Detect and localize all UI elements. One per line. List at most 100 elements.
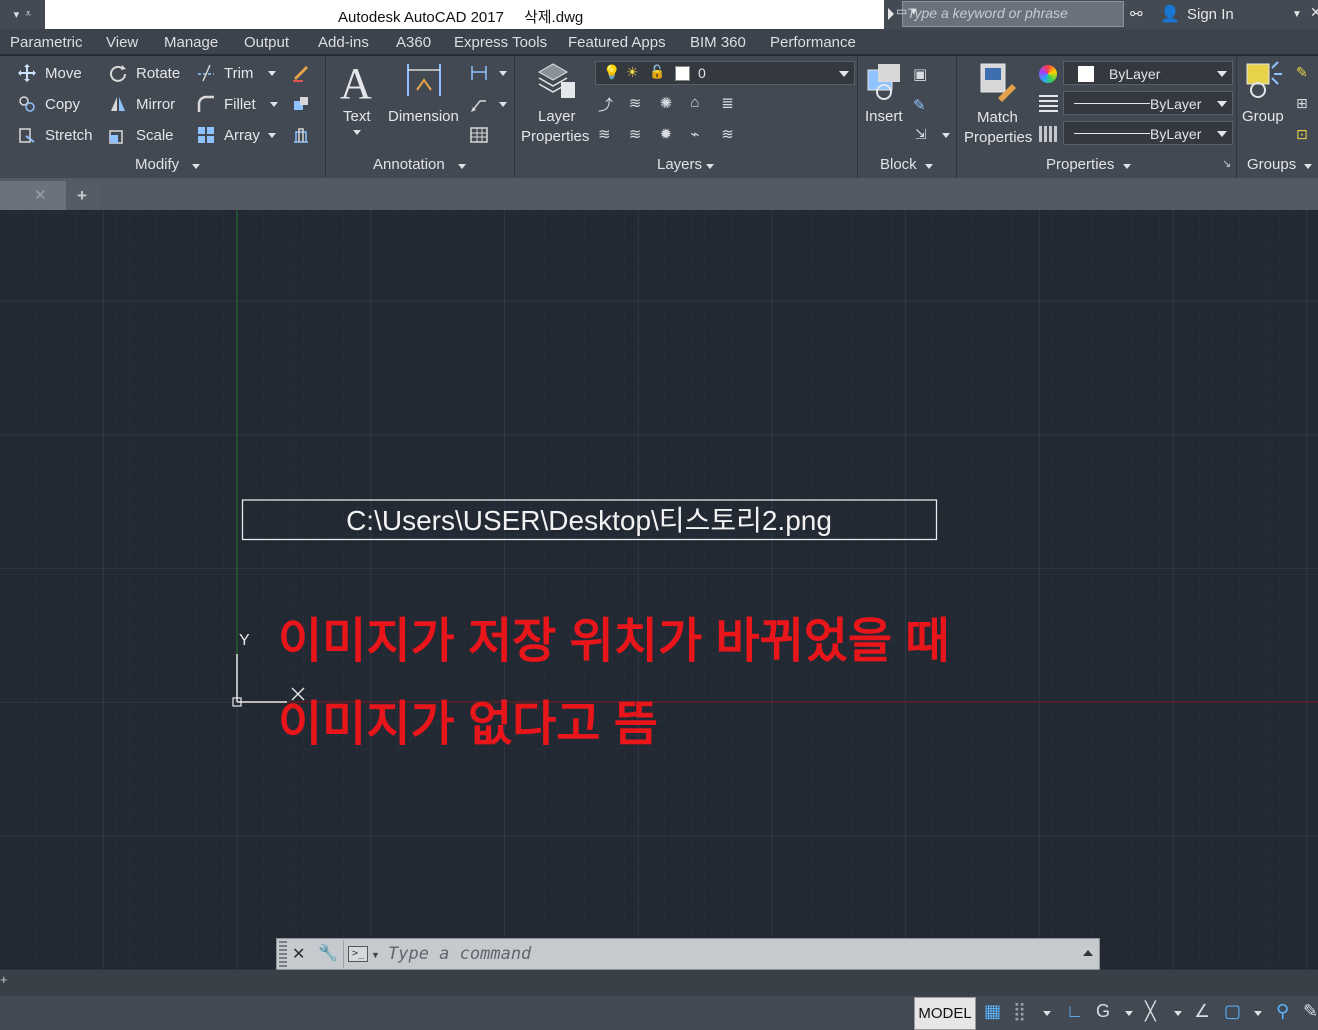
ribbon-minimize-icon[interactable]: ▭ ▾ xyxy=(896,4,917,18)
binoculars-icon[interactable]: ⚯ xyxy=(1130,5,1143,23)
group-select-icon[interactable]: ⊡ xyxy=(1296,126,1308,143)
trim-dropdown-icon[interactable] xyxy=(268,71,276,76)
layer-states-icon[interactable]: ≣ xyxy=(721,94,746,119)
match-properties-label-2[interactable]: Properties xyxy=(964,128,1032,147)
text-dropdown-icon[interactable] xyxy=(353,130,361,135)
annotation-expand-icon[interactable] xyxy=(458,164,466,169)
command-placeholder[interactable]: Type a command xyxy=(388,944,531,964)
layer-properties-label-2[interactable]: Properties xyxy=(521,127,589,146)
scale-button[interactable]: Scale xyxy=(136,127,174,145)
terminal-icon[interactable]: >_ xyxy=(348,946,368,962)
tab-view[interactable]: View xyxy=(106,34,138,51)
fillet-dropdown-icon[interactable] xyxy=(270,102,278,107)
block-panel-title[interactable]: Block xyxy=(880,156,917,178)
annotation-panel-title[interactable]: Annotation xyxy=(373,156,445,178)
layer-off-icon[interactable]: ≋ xyxy=(629,125,654,147)
osnap-dropdown-icon[interactable] xyxy=(1254,1011,1262,1016)
object-snap-icon[interactable]: ▢ xyxy=(1224,1001,1241,1022)
layers-panel-title[interactable]: Layers xyxy=(657,156,702,178)
snap-dropdown-icon[interactable] xyxy=(1043,1011,1051,1016)
quick-access-toolbar[interactable]: ▾ ⩡ xyxy=(0,0,45,29)
edit-block-icon[interactable]: ✎ xyxy=(913,96,926,114)
tab-manage[interactable]: Manage xyxy=(164,34,218,51)
block-expand-icon[interactable] xyxy=(925,164,933,169)
insert-button[interactable]: Insert xyxy=(865,107,903,126)
drawing-canvas[interactable]: Y C:\Users\USER\Desktop\티스토리2.png 이미지가 저… xyxy=(0,210,1318,970)
layer-delete-icon[interactable]: ≋ xyxy=(721,125,746,147)
dim-dropdown-icon[interactable] xyxy=(499,71,507,76)
close-icon[interactable]: ✕ xyxy=(34,186,47,204)
workspace-icon[interactable]: ✎ xyxy=(1303,1001,1318,1022)
create-block-icon[interactable]: ▣ xyxy=(913,65,927,83)
erase-icon[interactable] xyxy=(292,64,310,82)
copy-button[interactable]: Copy xyxy=(45,96,80,114)
polar-dropdown-icon[interactable] xyxy=(1125,1011,1133,1016)
block-dropdown-icon[interactable] xyxy=(942,133,950,138)
properties-panel-title[interactable]: Properties xyxy=(1046,156,1114,178)
close-icon[interactable]: ✕ xyxy=(292,944,305,964)
search-expand-icon[interactable] xyxy=(888,8,894,20)
search-input[interactable]: Type a keyword or phrase xyxy=(902,1,1124,27)
tab-performance[interactable]: Performance xyxy=(770,34,856,51)
explode-icon[interactable] xyxy=(292,95,310,113)
exchange-icon[interactable]: ✕ xyxy=(1310,4,1318,21)
groups-expand-icon[interactable] xyxy=(1304,164,1312,169)
table-icon[interactable] xyxy=(470,126,488,144)
layer-isolate-icon[interactable]: ✺ xyxy=(660,94,685,119)
lineweight-dropdown[interactable]: ByLayer xyxy=(1063,91,1233,115)
tab-addins[interactable]: Add-ins xyxy=(318,34,369,51)
block-attributes-icon[interactable]: ⇲ xyxy=(915,126,927,143)
wrench-icon[interactable]: 🔧 xyxy=(318,943,338,963)
file-tab[interactable] xyxy=(0,181,66,210)
dialog-launcher-icon[interactable]: ↘ xyxy=(1222,157,1231,170)
rotate-button[interactable]: Rotate xyxy=(136,65,180,83)
history-up-icon[interactable] xyxy=(1083,950,1093,956)
leader-dropdown-icon[interactable] xyxy=(499,102,507,107)
linear-dim-icon[interactable] xyxy=(470,64,488,82)
modify-expand-icon[interactable] xyxy=(192,164,200,169)
isometric-icon[interactable]: ╳ xyxy=(1145,1001,1156,1022)
text-button[interactable]: Text xyxy=(343,107,371,126)
drag-handle[interactable] xyxy=(279,941,287,967)
fillet-button[interactable]: Fillet xyxy=(224,96,256,114)
layer-dropdown[interactable]: 💡 ☀ 🔓 0 xyxy=(595,61,855,85)
group-edit-icon[interactable]: ⊞ xyxy=(1296,95,1308,112)
group-button[interactable]: Group xyxy=(1242,107,1284,126)
grid-display-icon[interactable]: ▦ xyxy=(984,1001,1001,1022)
chevron-down-icon[interactable]: ▼ xyxy=(371,950,380,960)
polar-tracking-icon[interactable]: G xyxy=(1096,1001,1110,1022)
tab-bim360[interactable]: BIM 360 xyxy=(690,34,746,51)
model-space-button[interactable]: MODEL xyxy=(914,997,976,1030)
isodraft-dropdown-icon[interactable] xyxy=(1174,1011,1182,1016)
properties-expand-icon[interactable] xyxy=(1123,164,1131,169)
layer-walk-icon[interactable]: ≋ xyxy=(598,125,623,147)
snap-mode-icon[interactable]: ⣿ xyxy=(1013,1001,1026,1022)
array-button[interactable]: Array xyxy=(224,127,260,145)
dimension-button[interactable]: Dimension xyxy=(388,107,459,126)
customize-qat-icon[interactable]: ⩡ xyxy=(25,8,31,21)
tab-featured-apps[interactable]: Featured Apps xyxy=(568,34,666,51)
tab-express-tools[interactable]: Express Tools xyxy=(454,34,547,51)
mirror-button[interactable]: Mirror xyxy=(136,96,175,114)
layer-match-icon[interactable]: ⤴ xyxy=(598,94,623,119)
layer-freeze-icon[interactable]: ✹ xyxy=(660,125,685,147)
leader-icon[interactable] xyxy=(470,95,488,113)
chevron-down-icon[interactable]: ▼ xyxy=(1292,9,1302,20)
object-snap-tracking-icon[interactable]: ∠ xyxy=(1194,1001,1210,1022)
move-button[interactable]: Move xyxy=(45,65,82,83)
sign-in-button[interactable]: Sign In xyxy=(1187,6,1234,23)
tab-a360[interactable]: A360 xyxy=(396,34,431,51)
modify-panel-title[interactable]: Modify xyxy=(135,156,179,178)
missing-image-path[interactable]: C:\Users\USER\Desktop\티스토리2.png xyxy=(243,506,935,536)
plus-icon[interactable]: + xyxy=(0,972,8,987)
groups-panel-title[interactable]: Groups xyxy=(1247,156,1296,178)
ungroup-icon[interactable]: ✎ xyxy=(1296,64,1308,81)
menu-caret-icon[interactable]: ▾ xyxy=(14,8,20,21)
annotation-visibility-icon[interactable]: ⚲ xyxy=(1276,1001,1289,1022)
ortho-icon[interactable]: ∟ xyxy=(1066,1001,1084,1022)
layer-unlock-icon[interactable]: ⌁ xyxy=(690,125,715,147)
array-dropdown-icon[interactable] xyxy=(268,133,276,138)
layer-properties-label-1[interactable]: Layer xyxy=(538,107,576,126)
layers-expand-icon[interactable] xyxy=(706,164,714,169)
tab-parametric[interactable]: Parametric xyxy=(10,34,83,51)
